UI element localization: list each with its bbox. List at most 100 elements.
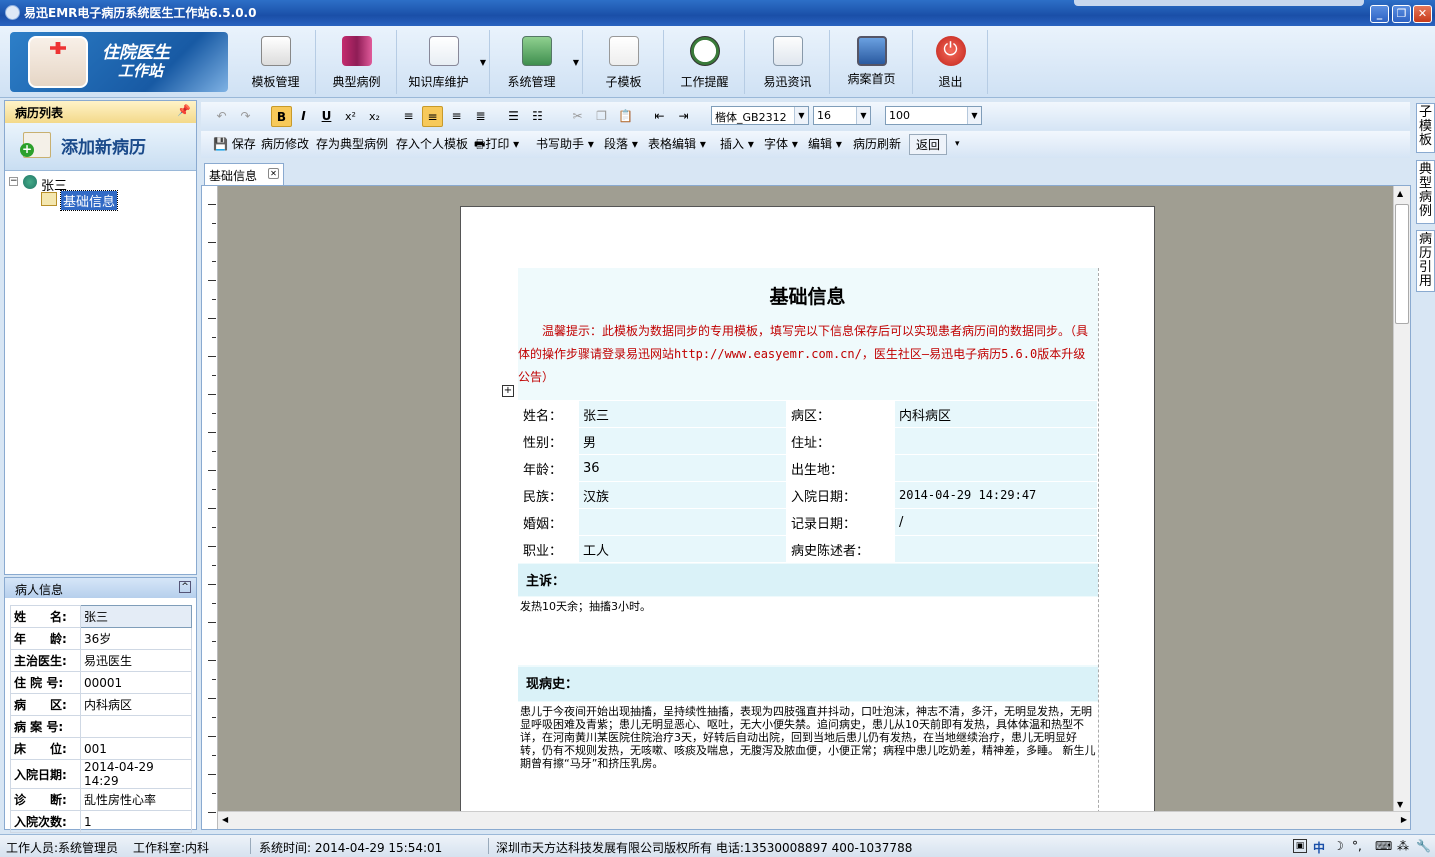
ime-logo-icon[interactable]: ▣ (1293, 839, 1307, 853)
zoom-select[interactable]: 100 ▼ (885, 106, 982, 125)
refresh-button[interactable]: 病历刷新 (851, 134, 903, 155)
vertical-scrollbar[interactable]: ▲ ▼ (1393, 186, 1410, 812)
minimize-button[interactable]: _ (1370, 5, 1389, 23)
number-list-icon[interactable]: ☷ (527, 106, 548, 127)
pin-icon[interactable]: 📌 (177, 104, 191, 117)
info-field-value[interactable] (894, 535, 1098, 563)
right-tab-record-reference[interactable]: 病历引用 (1416, 230, 1435, 292)
info-field-value[interactable]: 内科病区 (894, 400, 1098, 428)
bullet-list-icon[interactable]: ☰ (503, 106, 524, 127)
font-size-select[interactable]: 16 ▼ (813, 106, 871, 125)
info-field-value[interactable]: 汉族 (578, 481, 787, 509)
underline-button[interactable]: U (316, 106, 337, 127)
document-page[interactable]: 基础信息 温馨提示：此模板为数据同步的专用模板，填写完以下信息保存后可以实现患者… (460, 206, 1155, 829)
back-button[interactable]: 返回 (909, 134, 948, 155)
justify-icon[interactable]: ≣ (470, 106, 491, 127)
doctor-icon (28, 36, 88, 88)
font-size-value: 16 (817, 109, 831, 122)
news-button[interactable]: 易迅资讯 (746, 30, 830, 94)
news-icon (772, 36, 803, 66)
superscript-button[interactable]: x² (340, 106, 361, 127)
patient-info-title: 病人信息 (15, 583, 64, 597)
insert-button[interactable]: 插入 ▾ (718, 134, 756, 155)
horizontal-scrollbar[interactable]: ◀ ▶ (218, 811, 1410, 829)
wrench-icon[interactable]: 🔧 (1416, 839, 1431, 853)
scroll-down-icon[interactable]: ▼ (1397, 800, 1403, 809)
edit-button[interactable]: 编辑 ▾ (806, 134, 844, 155)
more-icon[interactable]: ▾ (953, 134, 962, 155)
italic-button[interactable]: I (293, 106, 314, 127)
system-manage-button[interactable]: 系统管理 ▼ (491, 30, 583, 94)
redo-icon[interactable]: ↷ (235, 106, 256, 127)
info-field-value[interactable]: 2014-04-29 14:29:47 (894, 481, 1098, 509)
scroll-right-icon[interactable]: ▶ (1401, 815, 1407, 824)
tree-node-basic-info[interactable]: 基础信息 (59, 190, 119, 211)
tab-basic-info[interactable]: 基础信息 ✕ (204, 163, 284, 185)
print-button[interactable]: 🖶打印 ▾ (472, 134, 521, 155)
info-field-value[interactable] (894, 454, 1098, 482)
restore-button[interactable]: ❐ (1392, 5, 1411, 23)
writing-assistant-button[interactable]: 书写助手 ▾ (534, 134, 596, 155)
ime-mode[interactable]: 中 (1313, 839, 1325, 856)
paragraph-button[interactable]: 段落 ▾ (602, 134, 640, 155)
save-typical-button[interactable]: 存为典型病例 (314, 134, 390, 155)
info-field-value[interactable]: 男 (578, 427, 787, 455)
title-search-box[interactable] (1074, 0, 1364, 6)
scroll-thumb[interactable] (1395, 204, 1409, 324)
paste-icon[interactable]: 📋 (615, 106, 636, 127)
sub-template-button[interactable]: 子模板 (584, 30, 664, 94)
close-tab-icon[interactable]: ✕ (268, 168, 279, 179)
font-button[interactable]: 字体 ▾ (762, 134, 800, 155)
outdent-icon[interactable]: ⇤ (649, 106, 670, 127)
cut-icon[interactable]: ✂ (567, 106, 588, 127)
ime-moon-icon[interactable]: ☽ (1333, 839, 1344, 853)
edit-record-button[interactable]: 病历修改 (259, 134, 311, 155)
align-center-icon[interactable]: ≡ (422, 106, 443, 127)
subscript-button[interactable]: x₂ (364, 106, 385, 127)
indent-icon[interactable]: ⇥ (673, 106, 694, 127)
align-right-icon[interactable]: ≡ (446, 106, 467, 127)
collapse-icon[interactable]: ^ (179, 581, 191, 593)
typical-case-button[interactable]: 典型病例 (317, 30, 397, 94)
right-tab-typical-case[interactable]: 典型病例 (1416, 160, 1435, 224)
chevron-down-icon: ▼ (856, 107, 870, 124)
knowledge-base-button[interactable]: 知识库维护 ▼ (398, 30, 490, 94)
info-field-value[interactable]: 工人 (578, 535, 787, 563)
ruler-tick (208, 508, 216, 509)
ime-settings-icon[interactable]: ⁂ (1397, 839, 1409, 853)
case-home-button[interactable]: 病案首页 (831, 30, 913, 94)
close-button[interactable]: ✕ (1413, 5, 1432, 23)
keyboard-icon[interactable]: ⌨ (1375, 839, 1392, 853)
work-reminder-button[interactable]: 工作提醒 (665, 30, 745, 94)
info-field-value[interactable]: / (894, 508, 1098, 536)
font-select[interactable]: 楷体_GB2312 ▼ (711, 106, 809, 125)
save-personal-template-button[interactable]: 存入个人模板 (394, 134, 470, 155)
scroll-up-icon[interactable]: ▲ (1397, 189, 1403, 198)
right-tab-sub-template[interactable]: 子模板 (1416, 103, 1435, 153)
save-button[interactable]: 💾 保存 (211, 134, 258, 155)
ime-punct-icon[interactable]: °, (1352, 839, 1362, 853)
dropdown-arrow-icon[interactable]: ▼ (573, 58, 579, 67)
align-left-icon[interactable]: ≡ (398, 106, 419, 127)
undo-icon[interactable]: ↶ (211, 106, 232, 127)
patient-field-label: 姓 名: (10, 605, 81, 628)
complaint-text[interactable]: 发热10天余；抽搐3小时。 (518, 597, 1098, 665)
table-move-icon[interactable]: + (502, 385, 514, 397)
power-icon: ⏻ (935, 36, 966, 66)
info-field-value[interactable]: 36 (578, 454, 787, 482)
info-field-label: 婚姻： (518, 508, 579, 536)
dropdown-arrow-icon[interactable]: ▼ (480, 58, 486, 67)
add-record-button[interactable]: 添加新病历 (5, 123, 196, 171)
info-field-value[interactable] (894, 427, 1098, 455)
template-manage-button[interactable]: 模板管理 (236, 30, 316, 94)
table-edit-label: 表格编辑 (648, 137, 697, 151)
table-edit-button[interactable]: 表格编辑 ▾ (646, 134, 708, 155)
exit-button[interactable]: ⏻ 退出 (914, 30, 988, 94)
copy-icon[interactable]: ❐ (591, 106, 612, 127)
info-field-value[interactable]: 张三 (578, 400, 787, 428)
info-field-value[interactable] (578, 508, 787, 536)
writing-assistant-label: 书写助手 (536, 137, 585, 151)
tree-collapse-icon[interactable]: − (9, 177, 18, 186)
bold-button[interactable]: B (271, 106, 292, 127)
scroll-left-icon[interactable]: ◀ (222, 815, 228, 824)
